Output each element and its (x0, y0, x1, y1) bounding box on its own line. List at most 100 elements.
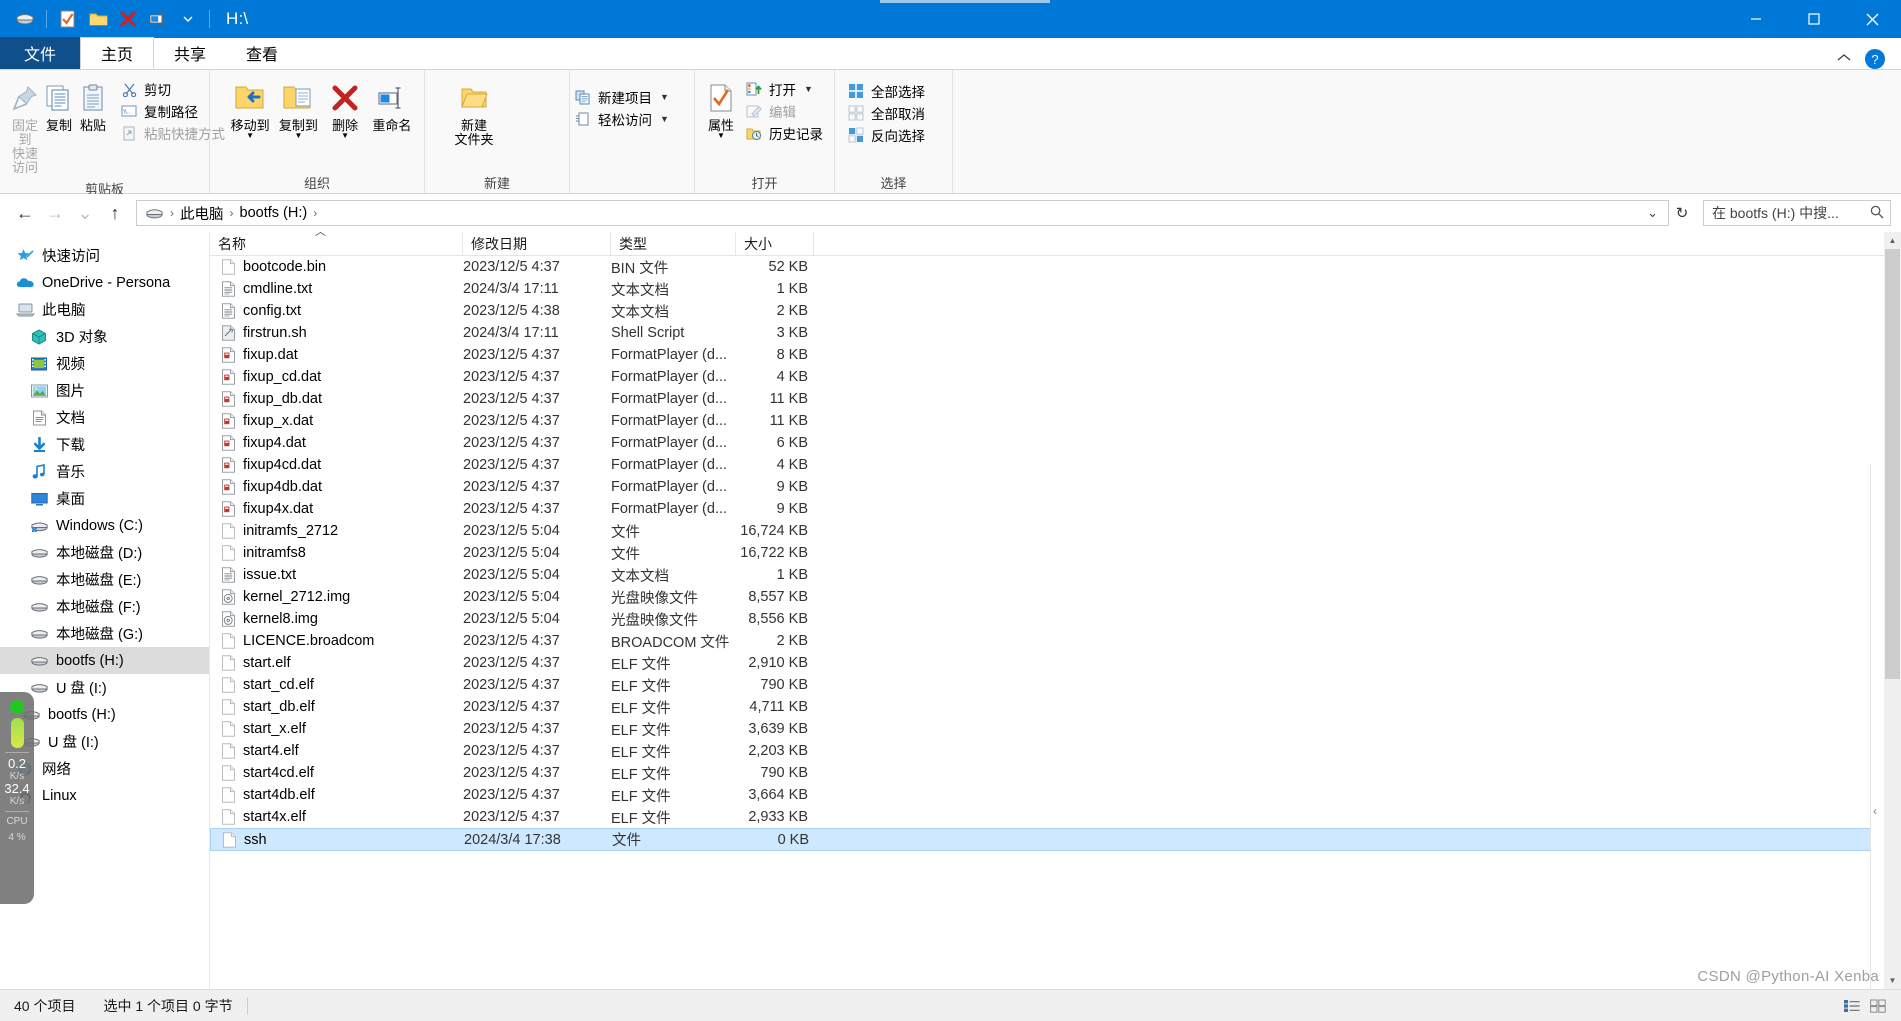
properties-caret-icon[interactable]: ▼ (717, 132, 725, 140)
table-row[interactable]: fixup4cd.dat 2023/12/5 4:37 FormatPlayer (… (210, 454, 1901, 476)
copy-button[interactable]: 复制 (42, 76, 76, 137)
file-name-cell[interactable]: bootcode.bin (210, 256, 463, 278)
column-header-size[interactable]: 大小 (736, 232, 814, 256)
sidebar-item-downloads[interactable]: 下载 (0, 431, 209, 458)
scroll-up-arrow-icon[interactable]: ▲ (1884, 232, 1901, 249)
table-row[interactable]: start4.elf 2023/12/5 4:37 ELF 文件 2,203 KB (210, 740, 1901, 762)
tab-share[interactable]: 共享 (154, 37, 226, 69)
search-input[interactable]: 在 bootfs (H:) 中搜... (1712, 203, 1839, 223)
recent-locations-button[interactable]: ⌄ (70, 198, 100, 228)
table-row[interactable]: start.elf 2023/12/5 4:37 ELF 文件 2,910 KB (210, 652, 1901, 674)
table-row[interactable]: start4x.elf 2023/12/5 4:37 ELF 文件 2,933 KB (210, 806, 1901, 828)
file-name-cell[interactable]: firstrun.sh (210, 322, 463, 344)
copy-to-caret-icon[interactable]: ▼ (294, 132, 302, 140)
rename-icon[interactable] (143, 4, 173, 34)
sidebar-item-videos[interactable]: 视频 (0, 350, 209, 377)
scrollbar-thumb[interactable] (1885, 249, 1900, 679)
address-dropdown-icon[interactable]: ⌄ (1641, 205, 1664, 221)
open-caret-icon[interactable]: ▼ (804, 84, 813, 94)
file-name-cell[interactable]: start4cd.elf (210, 762, 463, 784)
table-row[interactable]: start_x.elf 2023/12/5 4:37 ELF 文件 3,639 KB (210, 718, 1901, 740)
new-folder-button[interactable]: 新建 文件夹 (443, 76, 505, 151)
tab-home[interactable]: 主页 (80, 37, 155, 69)
customize-dropdown-icon[interactable] (173, 4, 203, 34)
tab-file[interactable]: 文件 (0, 37, 81, 69)
new-item-caret-icon[interactable]: ▼ (660, 92, 669, 102)
edit-button[interactable]: 编辑 (741, 100, 827, 122)
file-name-cell[interactable]: start_cd.elf (210, 674, 463, 696)
file-name-cell[interactable]: start.elf (210, 652, 463, 674)
breadcrumb-bootfs[interactable]: bootfs (H:) (236, 205, 312, 221)
vertical-scrollbar[interactable]: ▲ ▼ (1884, 232, 1901, 989)
sidebar-item-onedrive[interactable]: OneDrive - Persona (0, 269, 209, 296)
breadcrumb-this-pc[interactable]: 此电脑 (176, 203, 228, 224)
table-row[interactable]: fixup_x.dat 2023/12/5 4:37 FormatPlayer (d… (210, 410, 1901, 432)
invert-selection-button[interactable]: 反向选择 (843, 124, 929, 146)
easy-access-button[interactable]: 轻松访问 ▼ (570, 108, 673, 130)
table-row[interactable]: bootcode.bin 2023/12/5 4:37 BIN 文件 52 KB (210, 256, 1901, 278)
table-row[interactable]: fixup4x.dat 2023/12/5 4:37 FormatPlayer (d… (210, 498, 1901, 520)
file-name-cell[interactable]: issue.txt (210, 564, 463, 586)
table-row[interactable]: start4cd.elf 2023/12/5 4:37 ELF 文件 790 KB (210, 762, 1901, 784)
properties-icon[interactable] (53, 4, 83, 34)
sidebar-item-this-pc[interactable]: 此电脑 (0, 296, 209, 323)
file-name-cell[interactable]: LICENCE.broadcom (210, 630, 463, 652)
sidebar-item-documents[interactable]: 文档 (0, 404, 209, 431)
open-button[interactable]: 打开 ▼ (741, 78, 827, 100)
table-row[interactable]: config.txt 2023/12/5 4:38 文本文档 2 KB (210, 300, 1901, 322)
easy-access-caret-icon[interactable]: ▼ (660, 114, 669, 124)
table-row[interactable]: initramfs_2712 2023/12/5 5:04 文件 16,724 KB (210, 520, 1901, 542)
up-button[interactable]: ↑ (100, 198, 130, 228)
help-icon[interactable]: ? (1865, 49, 1885, 69)
large-icons-view-icon[interactable] (1867, 996, 1889, 1016)
table-row[interactable]: cmdline.txt 2024/3/4 17:11 文本文档 1 KB (210, 278, 1901, 300)
table-row[interactable]: LICENCE.broadcom 2023/12/5 4:37 BROADCOM 文… (210, 630, 1901, 652)
sidebar-item-local-disk-f[interactable]: 本地磁盘 (F:) (0, 593, 209, 620)
refresh-button[interactable]: ↻ (1669, 200, 1695, 226)
collapse-ribbon-icon[interactable] (1837, 50, 1851, 68)
file-name-cell[interactable]: kernel_2712.img (210, 586, 463, 608)
column-header-name[interactable]: 名称 (210, 232, 463, 256)
tab-view[interactable]: 查看 (226, 37, 298, 69)
sidebar-item-pictures[interactable]: 图片 (0, 377, 209, 404)
file-name-cell[interactable]: start_x.elf (210, 718, 463, 740)
file-name-cell[interactable]: ssh (211, 829, 464, 851)
sidebar-item-music[interactable]: 音乐 (0, 458, 209, 485)
breadcrumb-separator-2[interactable]: › (311, 206, 319, 220)
scroll-down-arrow-icon[interactable]: ▼ (1884, 972, 1901, 989)
select-all-button[interactable]: 全部选择 (843, 80, 929, 102)
table-row[interactable]: fixup4db.dat 2023/12/5 4:37 FormatPlayer (… (210, 476, 1901, 498)
copy-to-button[interactable]: 复制到 ▼ (274, 76, 322, 143)
table-row[interactable]: fixup_cd.dat 2023/12/5 4:37 FormatPlayer (… (210, 366, 1901, 388)
table-row[interactable]: kernel8.img 2023/12/5 5:04 光盘映像文件 8,556 KB (210, 608, 1901, 630)
paste-button[interactable]: 粘贴 (76, 76, 110, 137)
file-name-cell[interactable]: kernel8.img (210, 608, 463, 630)
file-name-cell[interactable]: start4x.elf (210, 806, 463, 828)
select-none-button[interactable]: 全部取消 (843, 102, 929, 124)
file-name-cell[interactable]: fixup4cd.dat (210, 454, 463, 476)
delete-icon[interactable] (113, 4, 143, 34)
close-button[interactable] (1843, 0, 1901, 38)
table-row[interactable]: start_cd.elf 2023/12/5 4:37 ELF 文件 790 KB (210, 674, 1901, 696)
table-row[interactable]: fixup.dat 2023/12/5 4:37 FormatPlayer (d..… (210, 344, 1901, 366)
properties-button[interactable]: 属性 ▼ (705, 76, 737, 143)
details-view-icon[interactable] (1841, 996, 1863, 1016)
sidebar-item-local-disk-d[interactable]: 本地磁盘 (D:) (0, 539, 209, 566)
move-to-button[interactable]: 移动到 ▼ (226, 76, 274, 143)
table-row[interactable]: ssh 2024/3/4 17:38 文件 0 KB (210, 828, 1901, 851)
file-name-cell[interactable]: start4.elf (210, 740, 463, 762)
file-name-cell[interactable]: fixup4db.dat (210, 476, 463, 498)
search-icon[interactable] (1870, 205, 1884, 222)
preview-pane-collapsed[interactable]: ‹ (1870, 464, 1884, 1021)
file-name-cell[interactable]: start4db.elf (210, 784, 463, 806)
sidebar-item-windows-c[interactable]: Windows (C:) (0, 512, 209, 539)
file-name-cell[interactable]: fixup4x.dat (210, 498, 463, 520)
delete-button[interactable]: 删除 ▼ (323, 76, 368, 143)
sidebar-item-desktop[interactable]: 桌面 (0, 485, 209, 512)
file-name-cell[interactable]: cmdline.txt (210, 278, 463, 300)
sidebar-item-bootfs-h-selected[interactable]: bootfs (H:) (0, 647, 209, 674)
sidebar-item-local-disk-g[interactable]: 本地磁盘 (G:) (0, 620, 209, 647)
table-row[interactable]: fixup4.dat 2023/12/5 4:37 FormatPlayer (d.… (210, 432, 1901, 454)
table-row[interactable]: fixup_db.dat 2023/12/5 4:37 FormatPlayer (… (210, 388, 1901, 410)
table-row[interactable]: start_db.elf 2023/12/5 4:37 ELF 文件 4,711 KB (210, 696, 1901, 718)
